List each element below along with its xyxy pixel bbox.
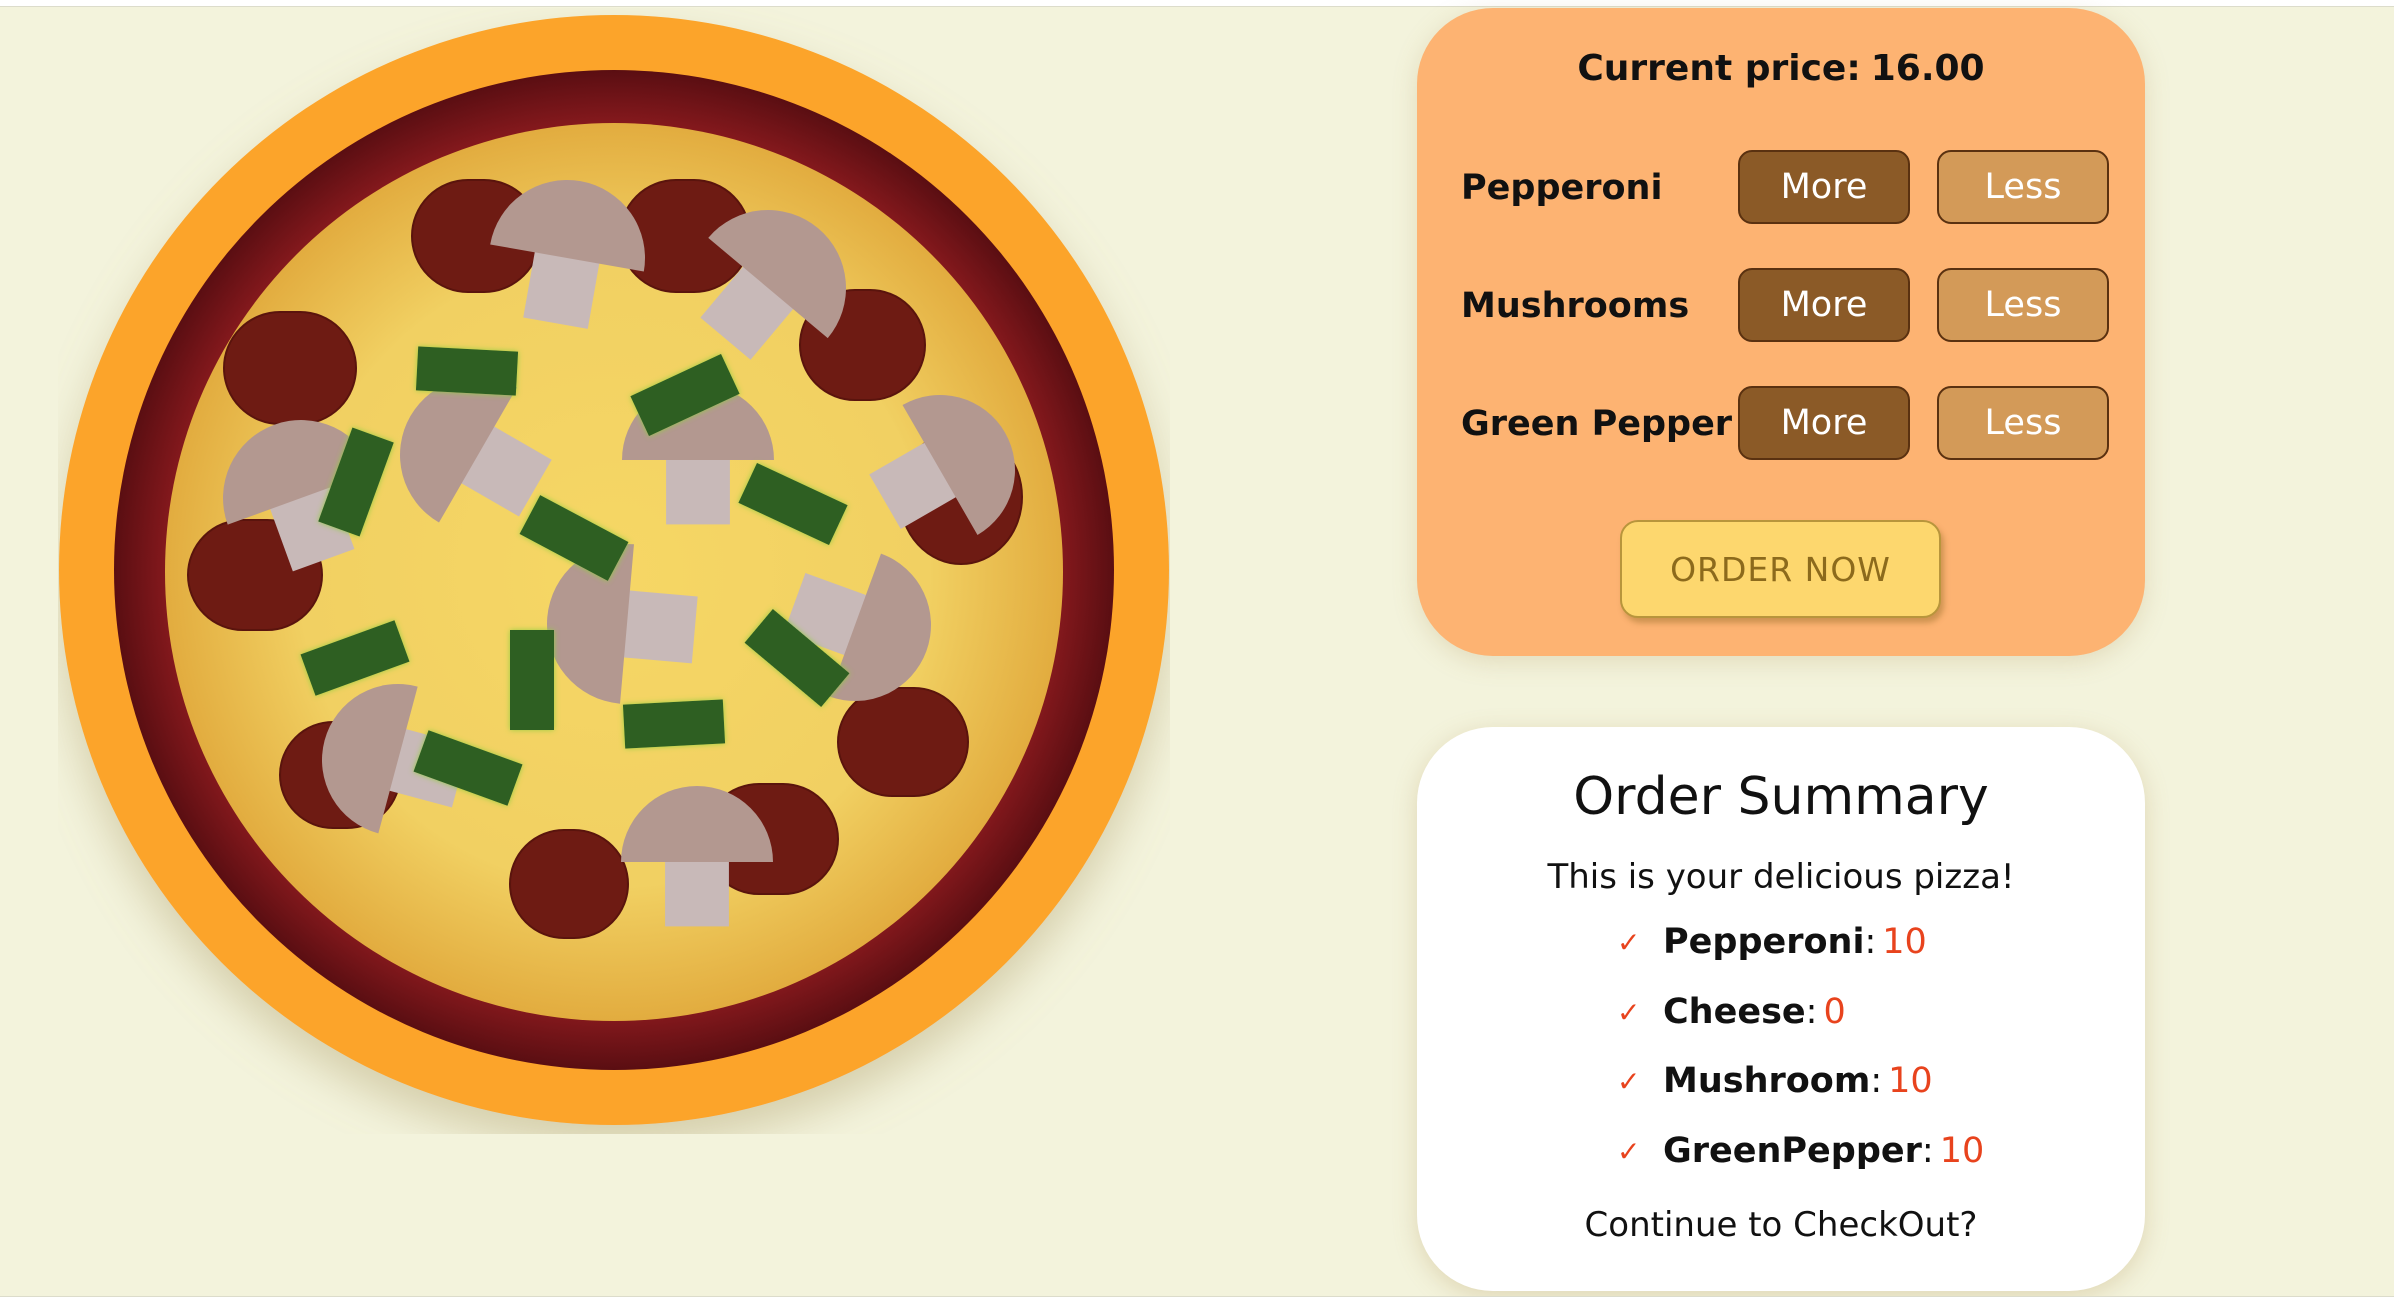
summary-item-name: Cheese	[1663, 992, 1806, 1032]
browser-top-edge	[0, 0, 2394, 7]
row-label-green-pepper: Green Pepper	[1461, 404, 1733, 444]
green-pepper-topping	[510, 630, 554, 730]
mushrooms-less-button[interactable]: Less	[1937, 268, 2109, 342]
row-label-pepperoni: Pepperoni	[1461, 168, 1663, 208]
summary-colon: :	[1921, 1131, 1934, 1171]
green-pepper-more-button[interactable]: More	[1738, 386, 1910, 460]
topping-controls-panel: Current price: 16.00 Pepperoni More Less …	[1417, 8, 2145, 656]
green-pepper-topping	[622, 699, 726, 749]
summary-item-cheese: ✓ Cheese:0	[1617, 992, 1846, 1032]
summary-item-value: 0	[1823, 992, 1846, 1032]
checkmark-icon: ✓	[1617, 925, 1641, 959]
checkmark-icon: ✓	[1617, 1064, 1641, 1098]
price-value: 16.00	[1870, 48, 1985, 89]
summary-item-value: 10	[1939, 1131, 1985, 1171]
summary-colon: :	[1870, 1061, 1883, 1101]
pizza	[58, 8, 1170, 1134]
summary-item-pepperoni: ✓ Pepperoni:10	[1617, 922, 1927, 962]
pizza-graphic	[59, 15, 1169, 1125]
row-label-mushrooms: Mushrooms	[1461, 286, 1690, 326]
summary-item-name: GreenPepper	[1663, 1131, 1922, 1171]
summary-item-value: 10	[1888, 1061, 1933, 1101]
green-pepper-less-button[interactable]: Less	[1937, 386, 2109, 460]
summary-title: Order Summary	[1573, 767, 1989, 827]
current-price: Current price: 16.00	[1417, 48, 2145, 89]
checkmark-icon: ✓	[1617, 995, 1641, 1029]
green-pepper-topping	[415, 346, 519, 396]
price-label: Current price:	[1577, 48, 1861, 89]
pepperoni-topping	[509, 829, 629, 939]
order-now-button[interactable]: ORDER NOW	[1620, 520, 1941, 618]
pepperoni-more-button[interactable]: More	[1738, 150, 1910, 224]
summary-item-name: Mushroom	[1663, 1061, 1871, 1101]
checkmark-icon: ✓	[1617, 1134, 1641, 1168]
pepperoni-topping	[837, 687, 969, 797]
order-summary-card: Order Summary This is your delicious piz…	[1417, 727, 2145, 1291]
mushrooms-more-button[interactable]: More	[1738, 268, 1910, 342]
summary-item-value: 10	[1882, 922, 1927, 962]
summary-colon: :	[1864, 922, 1877, 962]
summary-item-mushroom: ✓ Mushroom:10	[1617, 1061, 1933, 1101]
pepperoni-topping	[223, 311, 357, 425]
summary-subtitle: This is your delicious pizza!	[1547, 857, 2015, 897]
summary-item-green-pepper: ✓ GreenPepper:10	[1617, 1131, 1984, 1171]
pepperoni-less-button[interactable]: Less	[1937, 150, 2109, 224]
continue-to-checkout[interactable]: Continue to CheckOut?	[1417, 1205, 2145, 1245]
summary-item-name: Pepperoni	[1663, 922, 1865, 962]
summary-colon: :	[1805, 992, 1818, 1032]
